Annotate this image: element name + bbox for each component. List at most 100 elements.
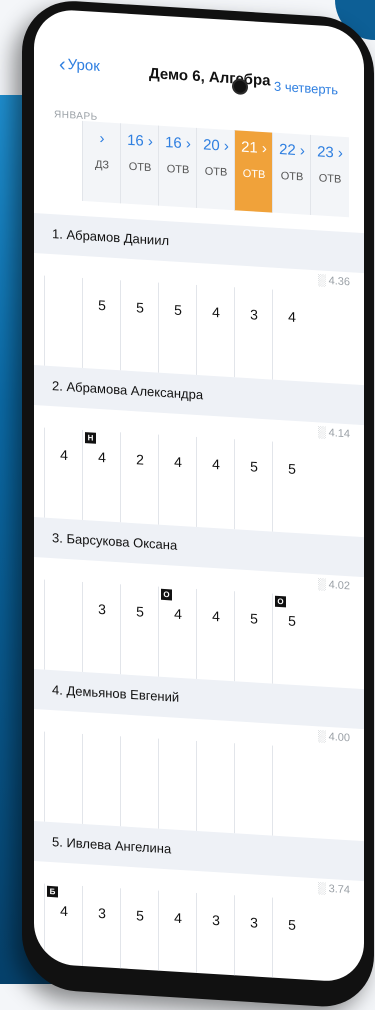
mark-value: 5 — [288, 916, 296, 934]
quarter-selector[interactable]: 3 четверть — [274, 79, 338, 98]
mark-cell[interactable]: 5 — [234, 591, 273, 684]
mark-tag-badge: О — [275, 595, 286, 608]
date-column-4[interactable]: 21 › ОТВ — [234, 130, 273, 213]
app-screen: ‹ Урок Демо 6, Алгебра 3 четверть ЯНВАРЬ … — [34, 8, 364, 984]
mark-value: 4 — [212, 303, 220, 321]
mark-value: 3 — [98, 904, 106, 922]
date-day: 20 › — [203, 136, 229, 155]
date-column-6[interactable]: 23 › ОТВ — [310, 134, 349, 218]
mark-cell[interactable] — [44, 579, 83, 672]
date-type: ОТВ — [204, 165, 228, 179]
date-day: 23 › — [317, 143, 343, 162]
mark-value — [83, 752, 121, 754]
mark-cell[interactable]: 5 — [234, 439, 273, 532]
student-row: 2. Абрамова Александра ░ 4.14 4 Н 4 2 4 4 5 5 — [34, 365, 364, 537]
mark-cell[interactable] — [44, 731, 83, 824]
mark-value: 5 — [288, 612, 296, 630]
date-column-5[interactable]: 22 › ОТВ — [272, 132, 311, 215]
mark-value — [235, 761, 273, 763]
page-title: Демо 6, Алгебра — [149, 65, 271, 90]
mark-cell[interactable]: Б4 — [44, 883, 83, 976]
date-day: › — [99, 130, 105, 148]
mark-value: 4 — [212, 455, 220, 473]
mark-value — [45, 750, 83, 752]
mark-value: 4 — [288, 308, 296, 326]
date-column-1[interactable]: 16 › ОТВ — [120, 123, 159, 206]
average-score: ░ 4.02 — [317, 578, 350, 593]
mark-cell[interactable]: 5 — [272, 897, 311, 984]
mark-cell[interactable] — [196, 740, 235, 834]
mark-value: 5 — [288, 460, 296, 478]
mark-cell[interactable]: 3 — [82, 581, 121, 675]
mark-value: 5 — [250, 458, 258, 475]
student-row: 5. Ивлева Ангелина ░ 3.74 Б 4 3 5 4 3 3 5 — [34, 821, 364, 984]
mark-cell[interactable]: 4 — [44, 427, 83, 520]
mark-cell[interactable]: 4 — [196, 284, 235, 378]
mark-cell[interactable] — [234, 743, 273, 836]
date-column-3[interactable]: 20 › ОТВ — [196, 127, 235, 211]
mark-value: 5 — [250, 610, 258, 627]
mark-cell[interactable]: 3 — [196, 892, 235, 984]
mark-value — [121, 754, 159, 756]
mark-cell[interactable]: О4 — [158, 586, 197, 679]
mark-value: 3 — [250, 306, 258, 323]
mark-cell[interactable]: 3 — [234, 895, 273, 984]
mark-cell[interactable]: 5 — [158, 282, 197, 375]
mark-tag-badge: Н — [85, 432, 96, 444]
date-day: 21 › — [241, 138, 267, 158]
date-day: 16 › — [127, 131, 153, 151]
date-type: ОТВ — [242, 167, 266, 182]
camera-icon — [232, 78, 248, 96]
mark-cell[interactable]: 4 — [196, 436, 235, 530]
mark-tag-badge: О — [161, 588, 172, 601]
date-column-0[interactable]: › ДЗ — [82, 120, 121, 204]
average-score: ░ 4.00 — [317, 730, 350, 745]
mark-value — [45, 598, 83, 600]
mark-cell[interactable] — [158, 738, 197, 831]
mark-cell[interactable]: 4 — [196, 588, 235, 682]
mark-value: 4 — [174, 605, 182, 623]
mark-value: 4 — [174, 909, 182, 927]
date-column-2[interactable]: 16 › ОТВ — [158, 125, 197, 208]
mark-value — [197, 759, 235, 761]
date-type: ОТВ — [318, 172, 342, 186]
mark-value: 5 — [98, 296, 106, 314]
average-score: ░ 4.36 — [317, 274, 350, 289]
mark-cell[interactable]: 4 — [272, 289, 311, 382]
mark-cell[interactable]: Н4 — [82, 429, 121, 523]
mark-value — [273, 764, 311, 766]
mark-cell[interactable]: 5 — [120, 584, 159, 677]
mark-value: 5 — [136, 299, 144, 316]
mark-cell[interactable]: 4 — [158, 434, 197, 527]
mark-cell[interactable]: 5 — [120, 280, 159, 373]
mark-cell[interactable]: О5 — [272, 593, 311, 686]
mark-cell[interactable]: 2 — [120, 432, 159, 525]
mark-cell[interactable]: 3 — [82, 885, 121, 979]
back-button[interactable]: ‹ Урок — [59, 54, 100, 79]
mark-value — [159, 757, 197, 759]
mark-cell[interactable]: 5 — [82, 277, 121, 371]
mark-value — [45, 294, 83, 296]
mark-cell[interactable] — [44, 275, 83, 368]
date-type: ОТВ — [280, 170, 304, 184]
mark-cell[interactable] — [272, 745, 311, 838]
date-day: 16 › — [165, 134, 191, 153]
date-type: ДЗ — [94, 158, 110, 172]
mark-value: 4 — [174, 453, 182, 471]
average-score: ░ 3.74 — [317, 882, 350, 897]
date-type: ОТВ — [128, 160, 152, 175]
mark-value: 3 — [212, 911, 220, 929]
chevron-left-icon: ‹ — [59, 53, 66, 76]
mark-value: 5 — [136, 907, 144, 924]
mark-cell[interactable] — [120, 736, 159, 829]
mark-cell[interactable]: 5 — [272, 441, 311, 534]
mark-cell[interactable] — [82, 733, 121, 827]
mark-value: 3 — [98, 600, 106, 618]
mark-cell[interactable]: 3 — [234, 287, 273, 380]
mark-cell[interactable]: 5 — [120, 888, 159, 981]
mark-tag-badge: Б — [47, 885, 58, 898]
average-score: ░ 4.14 — [317, 426, 350, 441]
mark-cell[interactable]: 4 — [158, 890, 197, 983]
mark-value: 5 — [174, 301, 182, 319]
student-row: 3. Барсукова Оксана ░ 4.02 3 5 О 4 4 5 О 5 — [34, 517, 364, 689]
